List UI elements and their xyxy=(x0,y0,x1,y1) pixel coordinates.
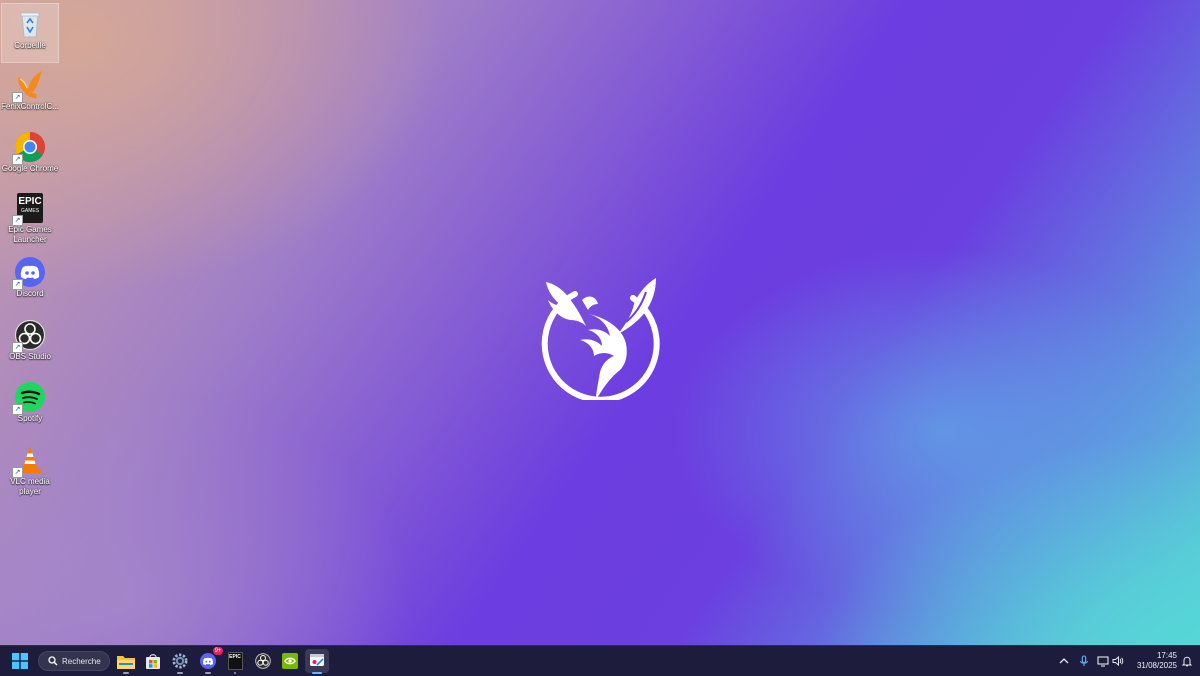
taskbar-discord[interactable]: 9+ xyxy=(196,647,223,674)
notification-bell-icon[interactable] xyxy=(1181,655,1193,667)
discord-icon xyxy=(200,653,216,669)
clock-time: 17:45 xyxy=(1156,651,1177,660)
shortcut-arrow-icon: ↗ xyxy=(12,279,23,290)
store-bag-icon xyxy=(146,654,160,669)
taskbar-obs-studio[interactable] xyxy=(251,649,275,673)
shortcut-arrow-icon: ↗ xyxy=(12,154,23,165)
notification-badge: 9+ xyxy=(213,647,223,655)
running-indicator xyxy=(234,672,236,674)
running-indicator xyxy=(205,672,211,674)
desktop-icon-label: Corbeille xyxy=(14,41,46,50)
shortcut-arrow-icon: ↗ xyxy=(12,467,23,478)
google-chrome-shortcut[interactable]: ↗ Google Chrome xyxy=(1,127,59,187)
epic-icon-text: EPIC xyxy=(18,196,42,207)
shortcut-arrow-icon: ↗ xyxy=(12,215,23,227)
snipping-tool-icon xyxy=(310,654,324,666)
taskbar-settings[interactable] xyxy=(168,649,192,674)
taskbar-search-box[interactable]: Recherche xyxy=(38,651,110,671)
chrome-icon: ↗ xyxy=(12,131,46,165)
epic-taskbar-text: EPIC xyxy=(229,654,241,660)
desktop-icon-label: Discord xyxy=(16,289,44,298)
discord-icon: ↗ xyxy=(12,256,46,290)
discord-shortcut[interactable]: ↗ Discord xyxy=(1,252,59,312)
epic-games-icon: EPIC GAMES ↗ xyxy=(12,193,46,227)
taskbar-nvidia[interactable] xyxy=(278,649,302,673)
recycle-bin-icon xyxy=(14,8,46,40)
taskbar-file-explorer[interactable] xyxy=(114,649,138,674)
shortcut-arrow-icon: ↗ xyxy=(12,404,23,415)
epic-icon-subtext: GAMES xyxy=(20,208,40,214)
desktop-icon-label: Epic Games Launcher xyxy=(8,225,52,245)
obs-icon: ↗ xyxy=(12,319,46,353)
running-indicator xyxy=(312,672,322,674)
vlc-shortcut[interactable]: ↗ VLC media player xyxy=(1,440,59,500)
nvidia-icon xyxy=(282,653,298,669)
start-button[interactable] xyxy=(8,649,32,673)
folder-icon xyxy=(117,655,135,669)
spotify-icon: ↗ xyxy=(12,381,46,415)
obs-icon xyxy=(255,653,271,669)
shortcut-arrow-icon: ↗ xyxy=(12,342,23,353)
vlc-cone-icon: ↗ xyxy=(12,444,46,478)
network-icon[interactable] xyxy=(1097,655,1109,667)
shortcut-arrow-icon: ↗ xyxy=(12,92,23,103)
taskbar: Recherche 9+ EPIC 17:45 31/08/2025 xyxy=(0,645,1200,676)
epic-games-icon: EPIC xyxy=(227,652,243,670)
chevron-up-icon[interactable] xyxy=(1058,655,1070,667)
wallpaper-phoenix-logo xyxy=(538,274,662,403)
fenixcontrolcenter-shortcut[interactable]: ↗ FenixControlC... xyxy=(1,65,59,125)
desktop-icon-label: FenixControlC... xyxy=(1,102,59,111)
clock-date: 31/08/2025 xyxy=(1136,661,1177,670)
recycle-bin-shortcut[interactable]: Corbeille xyxy=(1,3,59,63)
microphone-icon[interactable] xyxy=(1078,655,1090,667)
spotify-shortcut[interactable]: ↗ Spotify xyxy=(1,377,59,437)
obs-studio-shortcut[interactable]: ↗ OBS Studio xyxy=(1,315,59,375)
desktop-icon-label: Spotify xyxy=(17,414,43,423)
gear-icon xyxy=(172,653,188,669)
running-indicator xyxy=(123,672,129,674)
system-clock[interactable]: 17:45 31/08/2025 xyxy=(1127,651,1177,671)
windows-logo-icon xyxy=(12,653,28,669)
desktop-icon-label: VLC media player xyxy=(10,477,50,496)
epic-games-launcher-shortcut[interactable]: EPIC GAMES ↗ Epic Games Launcher xyxy=(1,189,59,245)
fenix-phoenix-icon: ↗ xyxy=(12,69,46,103)
desktop[interactable]: Corbeille ↗ FenixControlC... ↗ Google Ch… xyxy=(0,0,1200,645)
running-indicator xyxy=(177,672,183,674)
taskbar-epic-games[interactable]: EPIC xyxy=(223,649,247,674)
desktop-icon-label: Google Chrome xyxy=(1,164,59,173)
search-label: Recherche xyxy=(62,656,101,666)
taskbar-snipping-tool[interactable] xyxy=(305,649,329,674)
search-icon xyxy=(48,656,58,666)
desktop-icon-label: OBS Studio xyxy=(9,352,51,361)
volume-icon[interactable] xyxy=(1112,655,1124,667)
taskbar-microsoft-store[interactable] xyxy=(141,649,165,673)
